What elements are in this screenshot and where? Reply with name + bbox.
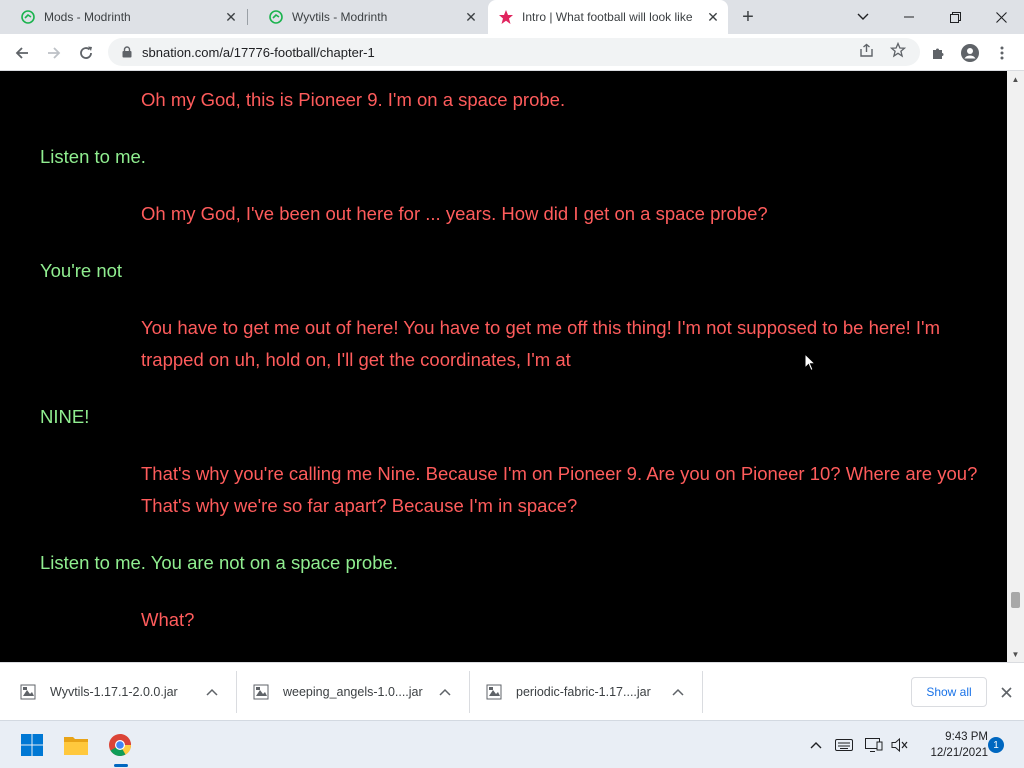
tab-title: Wyvtils - Modrinth (292, 10, 388, 24)
chevron-up-icon[interactable] (806, 735, 826, 755)
tab-strip: Mods - Modrinth ✕ Wyvtils - Modrinth ✕ I… (0, 0, 1024, 34)
close-shelf-icon[interactable] (996, 682, 1016, 702)
chevron-up-icon[interactable] (439, 685, 451, 699)
modrinth-icon (268, 9, 284, 25)
close-tab-icon[interactable]: ✕ (704, 8, 722, 26)
profile-avatar[interactable] (956, 39, 984, 67)
windows-start-icon[interactable] (16, 729, 48, 761)
tab-wyvtils-modrinth[interactable]: Wyvtils - Modrinth ✕ (248, 0, 486, 34)
sbnation-star-icon (498, 9, 514, 25)
close-tab-icon[interactable]: ✕ (222, 8, 240, 26)
tab-mods-modrinth[interactable]: Mods - Modrinth ✕ (0, 0, 246, 34)
scroll-up-icon[interactable]: ▲ (1007, 71, 1024, 87)
file-icon (20, 684, 36, 700)
close-window-button[interactable] (978, 0, 1024, 34)
lock-icon[interactable] (120, 46, 134, 58)
download-divider (236, 671, 237, 713)
url-text: sbnation.com/a/17776-football/chapter-1 (142, 44, 375, 60)
show-all-button[interactable]: Show all (911, 677, 987, 707)
dialogue-line-ten: Listen to me. You are not on a space pro… (40, 552, 398, 573)
dialogue-line-ten: NINE! (40, 406, 90, 427)
restore-button[interactable] (932, 0, 978, 34)
chevron-up-icon[interactable] (672, 685, 684, 699)
scrollbar-thumb[interactable] (1011, 592, 1020, 608)
download-filename: periodic-fabric-1.17....jar (516, 685, 651, 699)
bookmark-star-icon[interactable] (888, 40, 908, 60)
file-explorer-icon[interactable] (60, 729, 92, 761)
download-item[interactable]: periodic-fabric-1.17....jar (486, 663, 701, 721)
keyboard-icon[interactable] (834, 735, 854, 755)
dialogue-line-nine: That's why you're calling me Nine. Becau… (141, 463, 978, 516)
taskbar-clock[interactable]: 9:43 PM 12/21/2021 (918, 729, 988, 761)
download-item[interactable]: Wyvtils-1.17.1-2.0.0.jar (20, 663, 235, 721)
volume-muted-icon[interactable] (890, 735, 910, 755)
download-item[interactable]: weeping_angels-1.0....jar (253, 663, 468, 721)
tab-title: Intro | What football will look like (522, 10, 693, 24)
download-divider (702, 671, 703, 713)
mouse-cursor-icon (804, 352, 817, 378)
dialogue-line-nine: You have to get me out of here! You have… (141, 317, 940, 370)
page-content: Oh my God, this is Pioneer 9. I'm on a s… (0, 71, 1007, 662)
dialogue-line-nine: What? (141, 609, 195, 630)
tab-intro-football[interactable]: Intro | What football will look like ✕ (488, 0, 728, 34)
browser-toolbar: sbnation.com/a/17776-football/chapter-1 (0, 34, 1024, 71)
download-divider (469, 671, 470, 713)
dialogue-line-ten: You're not (40, 260, 123, 281)
windows-taskbar: 9:43 PM 12/21/2021 1 (0, 720, 1024, 768)
active-app-indicator (114, 764, 128, 767)
file-icon (486, 684, 502, 700)
download-filename: weeping_angels-1.0....jar (283, 685, 423, 699)
minimize-button[interactable] (886, 0, 932, 34)
download-shelf: Wyvtils-1.17.1-2.0.0.jar weeping_angels-… (0, 662, 1024, 720)
modrinth-icon (20, 9, 36, 25)
dialogue-line-ten: Listen to me. (40, 146, 146, 167)
scroll-down-icon[interactable]: ▼ (1007, 646, 1024, 662)
close-tab-icon[interactable]: ✕ (462, 8, 480, 26)
reload-button[interactable] (72, 39, 100, 67)
extensions-puzzle-icon[interactable] (924, 39, 952, 67)
chrome-icon[interactable] (104, 729, 136, 761)
download-filename: Wyvtils-1.17.1-2.0.0.jar (50, 685, 178, 699)
tab-title: Mods - Modrinth (44, 10, 131, 24)
forward-button[interactable] (40, 39, 68, 67)
page-scrollbar[interactable]: ▲ ▼ (1007, 71, 1024, 662)
clock-date: 12/21/2021 (930, 747, 988, 759)
display-icon[interactable] (864, 735, 884, 755)
dialogue-line-nine: Oh my God, I've been out here for ... ye… (141, 203, 768, 224)
tab-search-icon[interactable] (840, 0, 886, 34)
new-tab-button[interactable]: + (736, 6, 760, 28)
dialogue-line-nine: Oh my God, this is Pioneer 9. I'm on a s… (141, 89, 566, 110)
file-icon (253, 684, 269, 700)
notification-badge[interactable]: 1 (988, 737, 1004, 753)
chevron-up-icon[interactable] (206, 685, 218, 699)
menu-kebab-icon[interactable] (988, 39, 1016, 67)
share-icon[interactable] (856, 40, 876, 60)
clock-time: 9:43 PM (945, 731, 988, 743)
back-button[interactable] (8, 39, 36, 67)
address-bar[interactable]: sbnation.com/a/17776-football/chapter-1 (108, 38, 920, 66)
